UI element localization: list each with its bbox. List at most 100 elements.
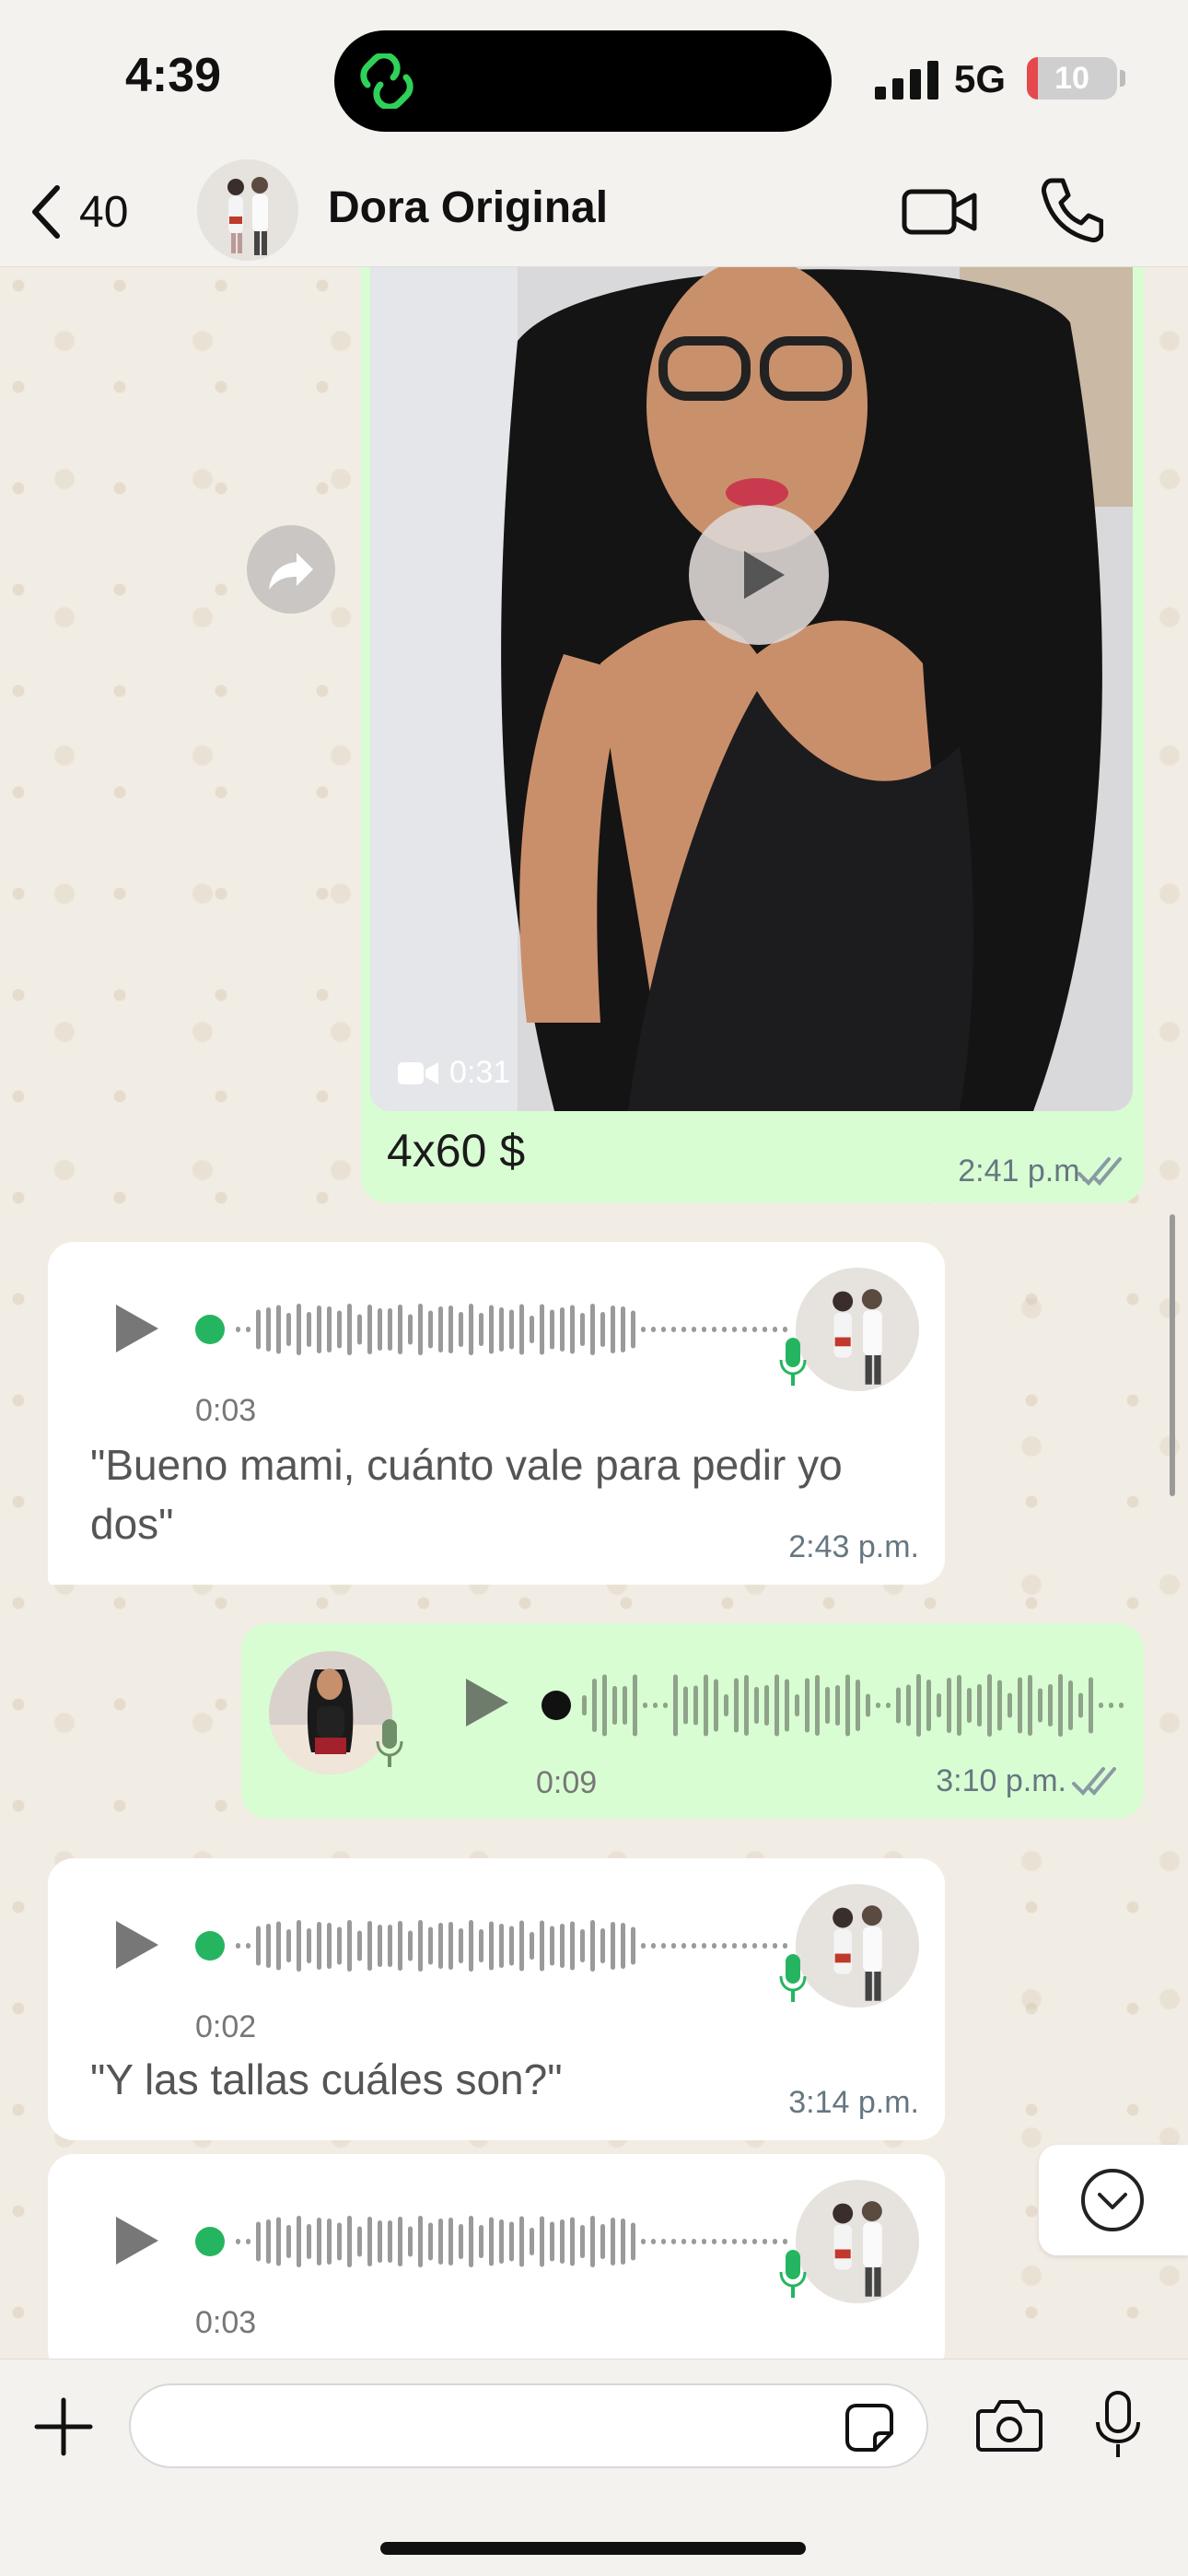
waveform-bar <box>987 1674 992 1737</box>
voice-waveform[interactable] <box>542 1673 1131 1738</box>
waveform-bar <box>418 1920 423 1972</box>
waveform-bar <box>692 1327 696 1332</box>
waveform-bar <box>519 1920 524 1972</box>
message-outgoing-video[interactable]: 0:31 4x60 $ 2:41 p.m. <box>361 267 1144 1203</box>
play-icon[interactable] <box>459 1675 514 1730</box>
status-bar: 4:39 5G 10 <box>0 0 1188 157</box>
waveform-bar <box>702 1327 706 1332</box>
video-frame <box>370 267 1133 1111</box>
waveform-bar <box>896 1687 901 1724</box>
message-caption: 4x60 $ <box>387 1125 526 1177</box>
waveform-bar <box>398 2217 402 2266</box>
waveform-bar <box>367 2217 372 2266</box>
contact-avatar[interactable] <box>197 159 298 261</box>
waveform-bar <box>783 2239 787 2244</box>
waveform-bar <box>621 1923 625 1969</box>
back-button[interactable]: 40 <box>28 179 166 245</box>
play-icon[interactable] <box>109 1917 164 1973</box>
waveform-bar <box>1089 1677 1093 1734</box>
waveform-bar <box>307 1928 311 1963</box>
waveform-bar <box>742 2239 747 2244</box>
waveform-bar <box>438 1306 443 1352</box>
video-call-icon[interactable] <box>901 179 978 245</box>
message-incoming-voice[interactable]: 0:02 "Y las tallas cuáles son?" 3:14 p.m… <box>48 1858 945 2140</box>
waveform-bar <box>886 1703 891 1708</box>
video-play-button[interactable] <box>689 505 829 645</box>
voice-waveform[interactable] <box>195 1914 794 1978</box>
waveform-bar <box>580 2225 585 2258</box>
waveform-bar <box>388 1925 392 1967</box>
camera-icon[interactable] <box>976 2396 1042 2453</box>
voice-waveform[interactable] <box>195 1297 794 1362</box>
waveform-bar <box>722 2239 727 2244</box>
play-icon[interactable] <box>109 1301 164 1356</box>
message-outgoing-voice[interactable]: 0:09 3:10 p.m. <box>241 1623 1144 1819</box>
waveform-bar <box>600 2224 605 2259</box>
waveform-bar <box>590 1920 595 1972</box>
waveform-bar <box>297 2216 301 2267</box>
waveform-bar <box>1109 1703 1113 1708</box>
waveform-bar <box>916 1674 921 1737</box>
waveform-bar <box>590 2216 595 2267</box>
waveform-bar <box>347 1920 352 1972</box>
waveform-bar <box>499 1307 504 1352</box>
forward-button[interactable] <box>247 525 335 614</box>
scrollbar[interactable] <box>1170 1214 1175 1496</box>
waveform-bar <box>671 1327 676 1332</box>
voice-waveform[interactable] <box>195 2209 794 2274</box>
waveform-bar <box>692 2239 696 2244</box>
waveform-bar <box>367 1305 372 1354</box>
waveform-bar <box>307 1312 311 1347</box>
sticker-icon[interactable] <box>844 2402 895 2453</box>
waveform-bar <box>671 1943 676 1949</box>
sender-avatar <box>269 1651 392 1774</box>
mic-record-icon[interactable] <box>1094 2391 1142 2459</box>
chat-header: 40 Dora Original <box>0 157 1188 267</box>
waveform-bar <box>246 1327 250 1332</box>
waveform-bar <box>1068 1680 1073 1730</box>
status-time: 4:39 <box>125 49 222 102</box>
waveform-bar <box>673 1674 678 1737</box>
waveform-bar <box>906 1684 911 1727</box>
waveform-bar <box>763 1327 767 1332</box>
message-incoming-voice[interactable]: 0:03 <box>48 2154 945 2375</box>
home-indicator <box>380 2542 806 2555</box>
waveform-bar <box>722 1943 727 1949</box>
contact-name[interactable]: Dora Original <box>328 182 608 233</box>
waveform-bar <box>631 1310 635 1349</box>
waveform-bar <box>479 1313 483 1346</box>
waveform-bar <box>337 2222 342 2261</box>
waveform-bar <box>560 1924 565 1968</box>
waveform-bar <box>357 1314 362 1345</box>
waveform-bar <box>398 1305 402 1354</box>
voice-duration: 0:03 <box>195 2305 257 2340</box>
waveform-bar <box>580 1929 585 1962</box>
waveform-bar <box>732 1943 737 1949</box>
waveform-bar <box>732 2239 737 2244</box>
waveform-bar <box>499 2219 504 2264</box>
plus-icon[interactable] <box>33 2396 94 2457</box>
scroll-to-bottom-button[interactable] <box>1039 2145 1188 2255</box>
waveform-bar <box>752 1327 757 1332</box>
waveform-bar <box>246 1943 250 1949</box>
video-camera-icon <box>398 1061 438 1084</box>
phone-icon[interactable] <box>1039 175 1103 245</box>
waveform-bar <box>692 1943 696 1949</box>
waveform-bar <box>633 1674 637 1737</box>
waveform-bar <box>266 2219 271 2264</box>
video-thumbnail[interactable]: 0:31 <box>370 267 1133 1111</box>
message-incoming-voice[interactable]: 0:03 "Bueno mami, cuánto vale para pedir… <box>48 1242 945 1585</box>
message-input[interactable] <box>129 2383 928 2468</box>
waveform-bar <box>681 1327 686 1332</box>
waveform-bar <box>783 1943 787 1949</box>
play-icon[interactable] <box>109 2213 164 2268</box>
play-icon <box>744 551 785 599</box>
waveform-bar <box>408 2226 413 2257</box>
waveform-bar <box>977 1684 982 1727</box>
waveform-bar <box>702 1943 706 1949</box>
waveform-bar <box>327 1306 332 1352</box>
waveform-bar <box>997 1680 1002 1731</box>
waveform-bar <box>489 1921 494 1971</box>
waveform-bar <box>438 1923 443 1969</box>
waveform-bar <box>367 1921 372 1971</box>
